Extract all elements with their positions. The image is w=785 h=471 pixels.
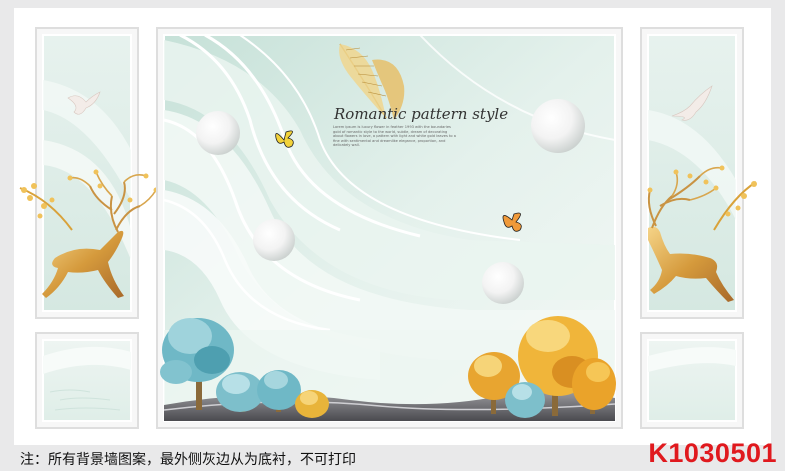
artwork-heading: Romantic pattern style: [334, 105, 509, 123]
right-small-panel: [640, 332, 744, 429]
artwork-description: Lorem ipsum is luxury flower in feather …: [333, 125, 456, 148]
pearl-sphere-2: [531, 99, 585, 153]
left-tall-panel: [35, 27, 139, 319]
pearl-sphere-3: [253, 219, 295, 261]
wallpaper-artwork: [14, 8, 771, 445]
pearl-sphere-1: [196, 111, 240, 155]
left-small-panel: [35, 332, 139, 429]
small-gold-tree-left: [295, 390, 329, 418]
pearl-sphere-4: [482, 262, 524, 304]
product-code: K1030501: [648, 438, 777, 468]
footer-note: 注：所有背景墙图案，最外侧灰边从为底衬，不可打印: [20, 452, 356, 468]
